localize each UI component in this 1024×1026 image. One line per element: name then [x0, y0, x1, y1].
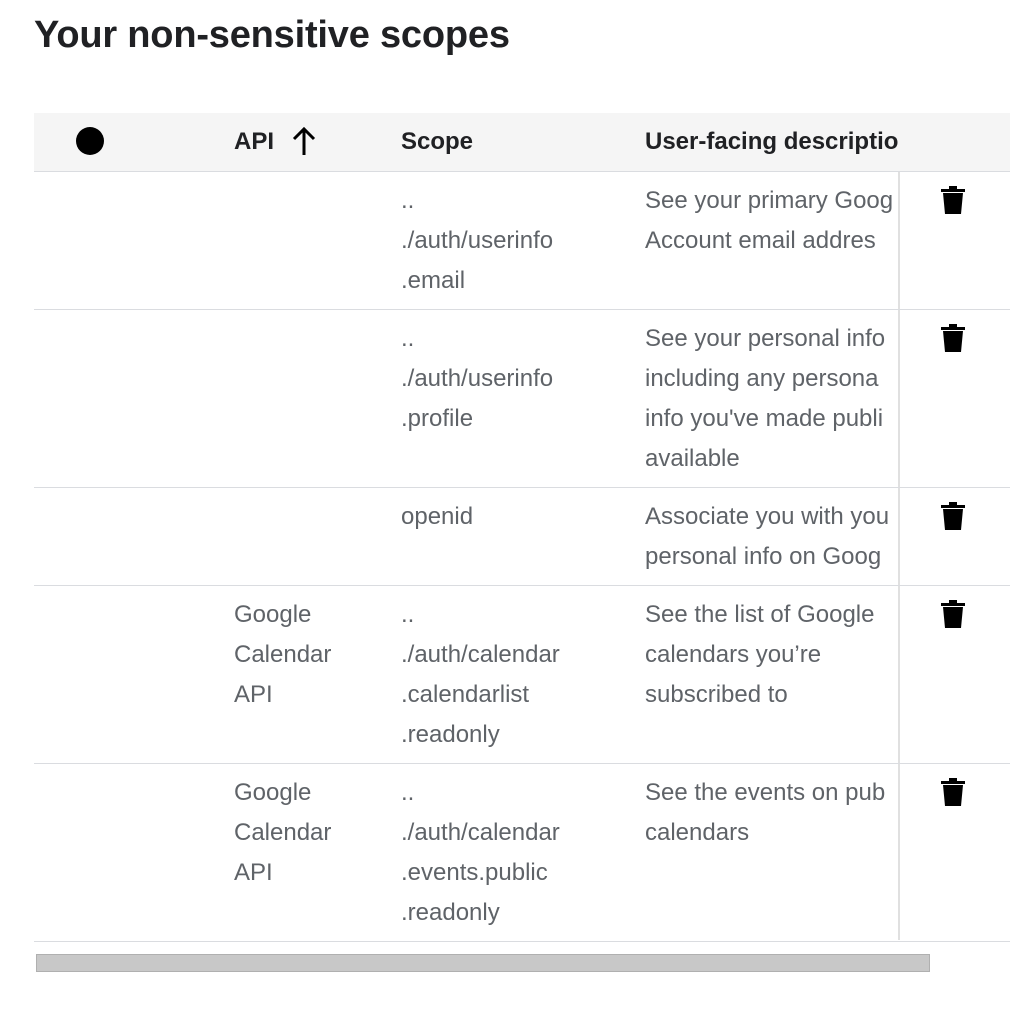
table-header: API Scope User-facing description: [34, 113, 1010, 172]
api-cell: Google Calendar API: [234, 779, 332, 886]
description-cell: See your primary Goog Account email addr…: [645, 187, 894, 254]
select-all-circle-icon[interactable]: [76, 127, 104, 155]
scope-cell: .. ./auth/calendar .events.public .reado…: [401, 779, 560, 926]
header-scope[interactable]: Scope: [401, 122, 631, 162]
scope-cell: .. ./auth/userinfo .email: [401, 187, 554, 294]
horizontal-scrollbar[interactable]: [36, 954, 930, 972]
scope-cell: openid: [401, 503, 474, 530]
description-cell: See your personal info including any per…: [645, 325, 886, 472]
page-title: Your non-sensitive scopes: [34, 14, 510, 56]
sort-arrow-up-icon[interactable]: [290, 126, 318, 158]
delete-trash-icon[interactable]: [940, 501, 966, 531]
header-description[interactable]: User-facing description: [645, 122, 899, 162]
delete-trash-icon[interactable]: [940, 185, 966, 215]
table-row: Google Calendar API .. ./auth/calendar .…: [34, 586, 1010, 764]
description-cell: See the list of Google calendars you’re …: [645, 601, 875, 708]
delete-trash-icon[interactable]: [940, 777, 966, 807]
delete-trash-icon[interactable]: [940, 323, 966, 353]
scope-cell: .. ./auth/userinfo .profile: [401, 325, 554, 432]
table-row: openid Associate you with you personal i…: [34, 488, 1010, 586]
api-cell: Google Calendar API: [234, 601, 332, 708]
table-row: .. ./auth/userinfo .profile See your per…: [34, 310, 1010, 488]
table-row: Google Calendar API .. ./auth/calendar .…: [34, 764, 1010, 942]
table-row: .. ./auth/userinfo .email See your prima…: [34, 172, 1010, 310]
scopes-table: API Scope User-facing description .. ./a…: [34, 113, 1010, 942]
description-cell: See the events on pub calendars: [645, 779, 886, 846]
scope-cell: .. ./auth/calendar .calendarlist .readon…: [401, 601, 560, 748]
delete-trash-icon[interactable]: [940, 599, 966, 629]
description-cell: Associate you with you personal info on …: [645, 503, 890, 570]
